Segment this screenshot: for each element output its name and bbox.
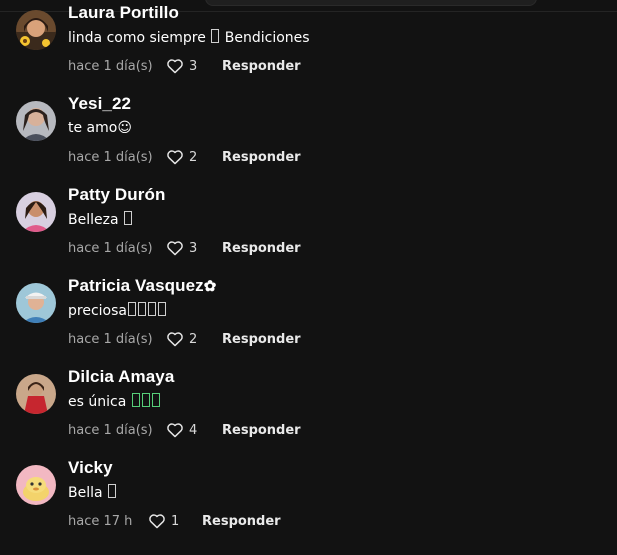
emoji-icon xyxy=(211,29,220,43)
comment-text-word: preciosa xyxy=(68,303,127,319)
avatar[interactable] xyxy=(16,374,56,414)
like-button[interactable]: 2 xyxy=(166,149,222,165)
flower-icon: ✿ xyxy=(203,278,217,295)
avatar-photo-icon xyxy=(16,374,56,414)
reply-button[interactable]: Responder xyxy=(222,423,301,438)
like-count: 2 xyxy=(189,331,198,347)
username[interactable]: Patty Durón xyxy=(68,185,165,205)
avatar[interactable] xyxy=(16,465,56,505)
like-button[interactable]: 2 xyxy=(166,331,222,347)
comment-meta: hace 1 día(s) 3 Responder xyxy=(68,238,301,258)
comment-text-word: es única xyxy=(68,394,131,410)
comment-text-word: Bella xyxy=(68,485,108,501)
like-count: 2 xyxy=(189,149,198,165)
like-count: 3 xyxy=(189,58,198,74)
emoji-icon xyxy=(147,302,156,316)
heart-icon xyxy=(149,514,165,529)
comment-text-after-emoji: Bendiciones xyxy=(220,30,310,46)
avatar-photo-icon xyxy=(16,192,56,232)
comment-item: Laura Portillo linda como siempre Bendic… xyxy=(0,3,617,100)
comment-item: Yesi_22 te amo☺ hace 1 día(s) 2 Responde… xyxy=(0,94,617,191)
comment-text: te amo☺ xyxy=(68,120,132,136)
reply-button[interactable]: Responder xyxy=(222,150,301,165)
username[interactable]: Vicky xyxy=(68,458,113,478)
emoji-icon xyxy=(141,393,150,407)
avatar[interactable] xyxy=(16,192,56,232)
emoji-icon xyxy=(137,302,146,316)
heart-icon xyxy=(167,59,183,74)
like-button[interactable]: 1 xyxy=(148,513,202,529)
like-count: 3 xyxy=(189,240,198,256)
username[interactable]: Dilcia Amaya xyxy=(68,367,174,387)
emoji-icon xyxy=(151,393,160,407)
comment-text-before-emoji: linda como siempre xyxy=(68,30,211,46)
heart-icon xyxy=(167,423,183,438)
emoji-icon xyxy=(127,302,136,316)
comment-meta: hace 1 día(s) 2 Responder xyxy=(68,147,301,167)
comment-text: es única xyxy=(68,393,161,410)
comment-time: hace 1 día(s) xyxy=(68,422,153,438)
comment-meta: hace 17 h 1 Responder xyxy=(68,511,281,531)
heart-icon xyxy=(167,150,183,165)
comment-text: Bella xyxy=(68,484,117,501)
like-count: 4 xyxy=(189,422,198,438)
reply-button[interactable]: Responder xyxy=(222,332,301,347)
comment-meta: hace 1 día(s) 3 Responder xyxy=(68,56,301,76)
comment-item: Patricia Vasquez✿ preciosa hace 1 día(s)… xyxy=(0,276,617,373)
comment-time: hace 1 día(s) xyxy=(68,149,153,165)
username[interactable]: Yesi_22 xyxy=(68,94,131,114)
comment-time: hace 17 h xyxy=(68,513,133,529)
comment-text: preciosa xyxy=(68,302,167,319)
emoji-icon xyxy=(131,393,140,407)
like-button[interactable]: 4 xyxy=(166,422,222,438)
avatar[interactable] xyxy=(16,10,56,50)
top-search-bar-edge xyxy=(205,0,537,6)
comment-text-word: Belleza xyxy=(68,212,123,228)
reply-button[interactable]: Responder xyxy=(202,514,281,529)
emoji-icon xyxy=(108,484,117,498)
avatar[interactable] xyxy=(16,283,56,323)
emoji-icon xyxy=(124,211,132,225)
comment-item: Vicky Bella hace 17 h 1 Responder xyxy=(0,458,617,555)
like-count: 1 xyxy=(171,513,180,529)
username[interactable]: Laura Portillo xyxy=(68,3,179,23)
like-button[interactable]: 3 xyxy=(166,240,222,256)
heart-icon xyxy=(167,332,183,347)
comment-time: hace 1 día(s) xyxy=(68,58,153,74)
comment-item: Dilcia Amaya es única hace 1 día(s) 4 Re… xyxy=(0,367,617,464)
avatar-photo-icon xyxy=(16,10,56,50)
comment-text: linda como siempre Bendiciones xyxy=(68,29,310,46)
comment-meta: hace 1 día(s) 4 Responder xyxy=(68,420,301,440)
reply-button[interactable]: Responder xyxy=(222,241,301,256)
username-text: Patricia Vasquez xyxy=(68,276,204,295)
avatar-cartoon-icon xyxy=(16,465,56,505)
comment-text: Belleza xyxy=(68,211,133,228)
comment-meta: hace 1 día(s) 2 Responder xyxy=(68,329,301,349)
username[interactable]: Patricia Vasquez✿ xyxy=(68,276,216,296)
avatar-photo-icon xyxy=(16,101,56,141)
heart-icon xyxy=(167,241,183,256)
avatar[interactable] xyxy=(16,101,56,141)
comment-time: hace 1 día(s) xyxy=(68,240,153,256)
comment-item: Patty Durón Belleza hace 1 día(s) 3 Resp… xyxy=(0,185,617,282)
comment-time: hace 1 día(s) xyxy=(68,331,153,347)
emoji-icon xyxy=(157,302,166,316)
reply-button[interactable]: Responder xyxy=(222,59,301,74)
avatar-photo-icon xyxy=(16,283,56,323)
like-button[interactable]: 3 xyxy=(166,58,222,74)
